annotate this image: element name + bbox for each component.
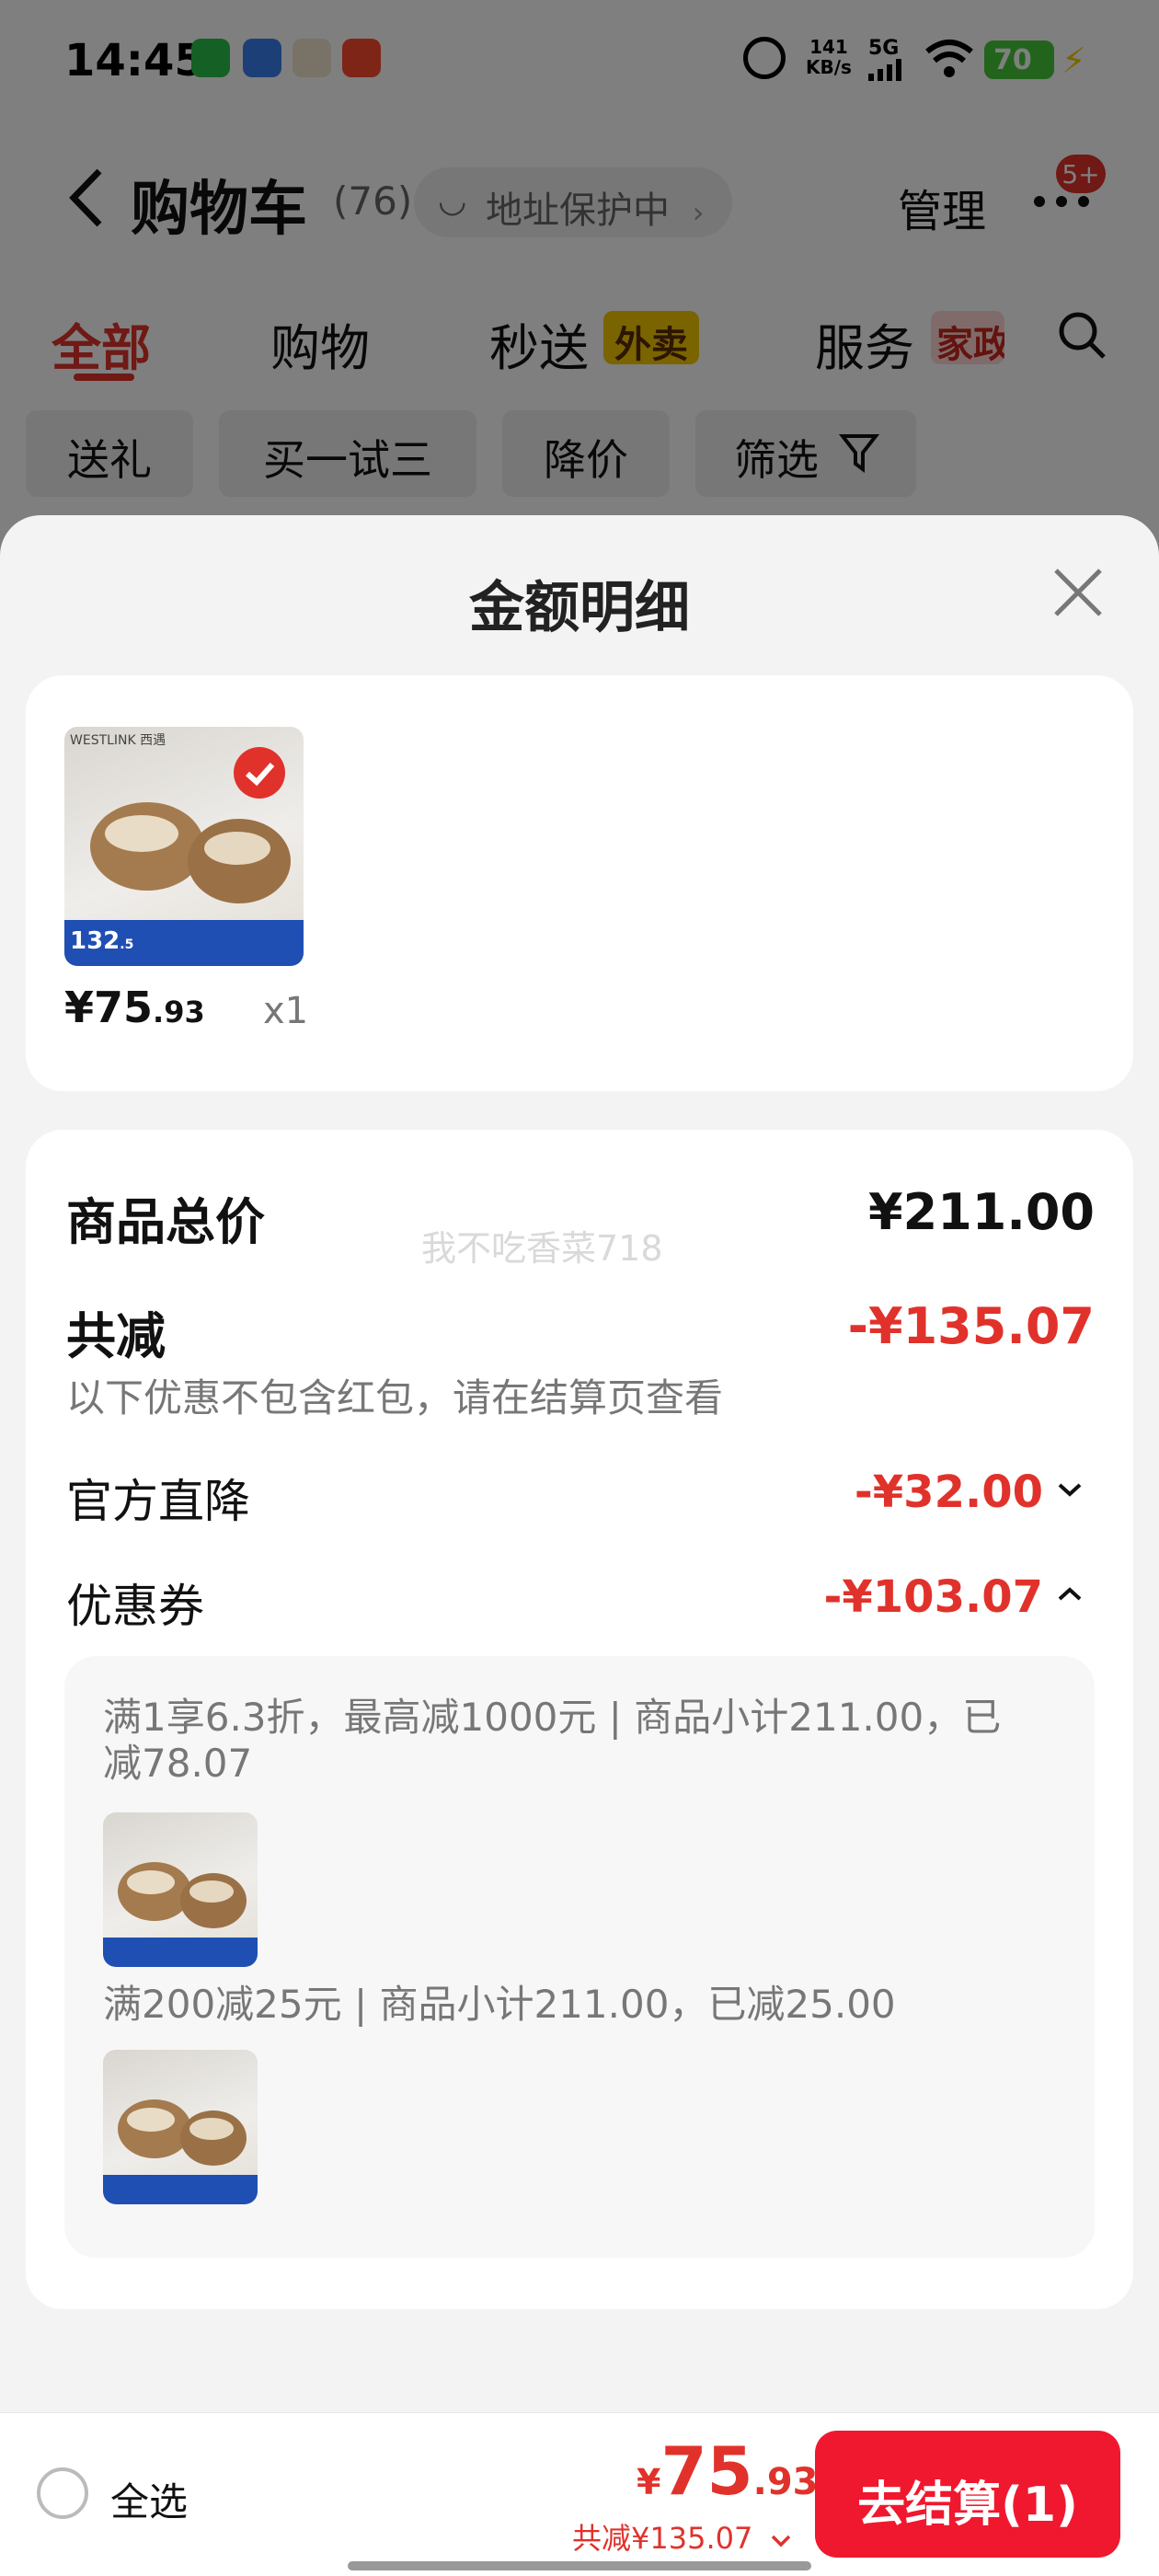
discount-note: 以下优惠不包含红包，请在结算页查看 (66, 1375, 724, 1420)
footer-price: ¥75.93 (637, 2432, 819, 2510)
coupon-label: 优惠券 (66, 1580, 204, 1633)
footer-total-discount[interactable]: 共减¥135.07 (572, 2515, 792, 2558)
product-price-main: ¥75 (64, 983, 154, 1032)
sheet-title: 金额明细 (469, 576, 690, 640)
select-all-label[interactable]: 全选 (110, 2471, 188, 2527)
footer-total-discount-text: 共减¥135.07 (572, 2521, 753, 2556)
coupon-product-image (103, 1812, 258, 1967)
promo-strip (103, 1938, 258, 1967)
selected-check-icon[interactable] (234, 747, 285, 799)
discount-label: 共减 (66, 1307, 166, 1365)
product-price-decimal: .93 (153, 995, 205, 1029)
chevron-down-icon[interactable] (1056, 1481, 1084, 1503)
chevron-up-icon[interactable] (1056, 1584, 1084, 1606)
promo-strip: 132.5 (64, 920, 304, 966)
brand-label: WESTLINK 西遇 (70, 733, 166, 748)
coupon-detail-text: 满1享6.3折，最高减1000元 | 商品小计211.00，已减78.07 (103, 1695, 1002, 1786)
coupon-value[interactable]: -¥103.07 (823, 1571, 1043, 1623)
product-image[interactable]: WESTLINK 西遇 132.5 (64, 727, 304, 966)
checkout-button[interactable]: 去结算(1) (815, 2431, 1120, 2558)
footer-price-currency: ¥ (637, 2462, 661, 2502)
home-indicator (348, 2561, 811, 2570)
chevron-down-icon (770, 2521, 792, 2556)
footer-price-main: 75 (660, 2432, 753, 2510)
official-discount-value[interactable]: -¥32.00 (855, 1466, 1043, 1518)
coupon-detail-text: 满200减25元 | 商品小计211.00，已减25.00 (103, 1982, 896, 2027)
total-value: ¥211.00 (868, 1183, 1095, 1241)
close-icon[interactable] (1050, 565, 1106, 620)
footer-price-decimal: .93 (752, 2461, 819, 2503)
select-all-checkbox[interactable] (37, 2467, 88, 2519)
promo-strip (103, 2175, 258, 2204)
watermark: 我不吃香菜718 (421, 1228, 663, 1269)
discount-value: -¥135.07 (847, 1297, 1095, 1355)
thumb-price-decimal: .5 (120, 937, 134, 952)
coupon-product-image (103, 2050, 258, 2204)
total-label: 商品总价 (66, 1193, 265, 1251)
official-discount-label: 官方直降 (66, 1475, 250, 1528)
product-price: ¥75.93 (64, 983, 205, 1032)
product-quantity: x1 (263, 990, 309, 1032)
thumb-price: 132 (70, 927, 120, 955)
